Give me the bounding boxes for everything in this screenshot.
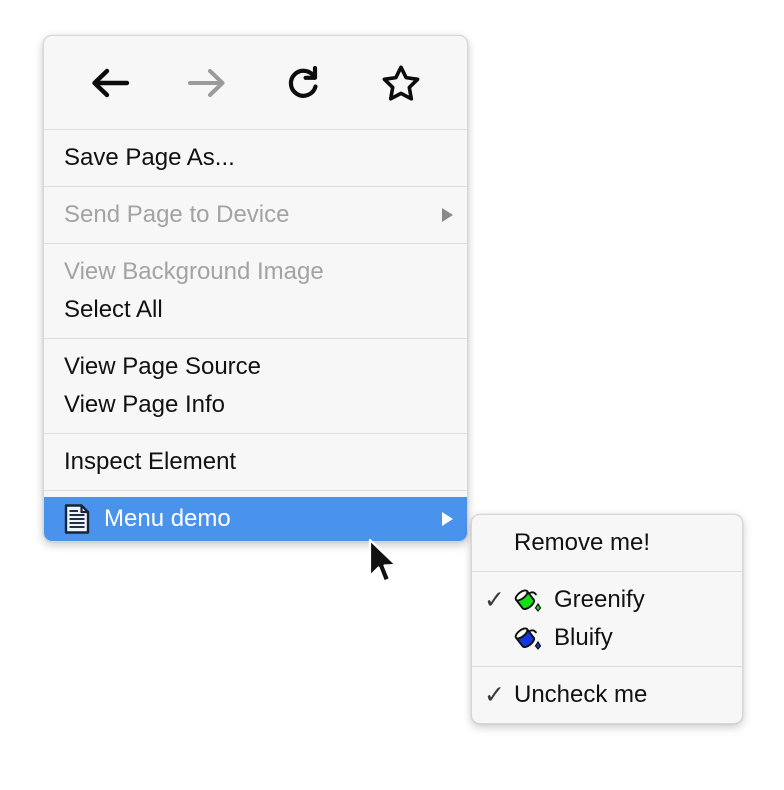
back-icon bbox=[88, 66, 132, 100]
paint-bucket-blue-icon bbox=[514, 624, 544, 652]
submenu-item-label: Greenify bbox=[554, 586, 728, 614]
checkmark-icon: ✓ bbox=[484, 683, 514, 708]
submenu-section: Remove me! bbox=[472, 515, 742, 571]
menu-item-view-background-image: View Background Image bbox=[44, 253, 467, 291]
submenu-item-label: Uncheck me bbox=[514, 681, 728, 709]
reload-icon bbox=[285, 65, 323, 101]
menu-section: Inspect Element bbox=[44, 434, 467, 490]
menu-section: View Page Source View Page Info bbox=[44, 339, 467, 433]
paint-bucket-green-icon bbox=[514, 586, 544, 614]
bookmark-star-icon bbox=[382, 64, 420, 101]
menu-item-inspect-element[interactable]: Inspect Element bbox=[44, 443, 467, 481]
menu-item-view-page-info[interactable]: View Page Info bbox=[44, 386, 467, 424]
menu-item-label: Save Page As... bbox=[64, 144, 453, 172]
context-menu: Save Page As... Send Page to Device View… bbox=[43, 35, 468, 542]
submenu-section: ✓ Greenify bbox=[472, 572, 742, 666]
menu-section: Menu demo bbox=[44, 491, 467, 541]
submenu-section: ✓ Uncheck me bbox=[472, 667, 742, 723]
check-placeholder bbox=[484, 626, 514, 651]
check-placeholder bbox=[484, 531, 514, 556]
menu-item-send-page-to-device: Send Page to Device bbox=[44, 196, 467, 234]
menu-item-label: View Background Image bbox=[64, 258, 453, 286]
menu-section: Send Page to Device bbox=[44, 187, 467, 243]
submenu-item-uncheck-me[interactable]: ✓ Uncheck me bbox=[472, 676, 742, 714]
forward-icon bbox=[185, 66, 229, 100]
checkmark-icon: ✓ bbox=[484, 588, 514, 613]
submenu-item-remove-me[interactable]: Remove me! bbox=[472, 524, 742, 562]
navigation-toolbar bbox=[44, 36, 467, 129]
reload-button[interactable] bbox=[256, 55, 353, 111]
forward-button bbox=[159, 55, 256, 111]
menu-item-save-page-as[interactable]: Save Page As... bbox=[44, 139, 467, 177]
chevron-right-icon bbox=[442, 208, 453, 222]
arrow-pointer-cursor bbox=[368, 538, 402, 591]
chevron-right-icon bbox=[442, 512, 453, 526]
back-button[interactable] bbox=[62, 55, 159, 111]
menu-item-label: Menu demo bbox=[104, 505, 428, 533]
submenu-item-bluify[interactable]: Bluify bbox=[472, 619, 742, 657]
menu-item-menu-demo[interactable]: Menu demo bbox=[44, 497, 467, 541]
menu-item-select-all[interactable]: Select All bbox=[44, 291, 467, 329]
menu-item-label: View Page Source bbox=[64, 353, 453, 381]
menu-section: Save Page As... bbox=[44, 130, 467, 186]
submenu-menu-demo: Remove me! ✓ Greenify bbox=[471, 514, 743, 724]
bookmark-button[interactable] bbox=[352, 55, 449, 111]
menu-item-label: Send Page to Device bbox=[64, 201, 428, 229]
menu-item-label: Inspect Element bbox=[64, 448, 453, 476]
document-icon bbox=[64, 504, 94, 534]
submenu-item-label: Remove me! bbox=[514, 529, 728, 557]
submenu-item-greenify[interactable]: ✓ Greenify bbox=[472, 581, 742, 619]
menu-item-view-page-source[interactable]: View Page Source bbox=[44, 348, 467, 386]
menu-item-label: View Page Info bbox=[64, 391, 453, 419]
menu-section: View Background Image Select All bbox=[44, 244, 467, 338]
menu-item-label: Select All bbox=[64, 296, 453, 324]
submenu-item-label: Bluify bbox=[554, 624, 728, 652]
